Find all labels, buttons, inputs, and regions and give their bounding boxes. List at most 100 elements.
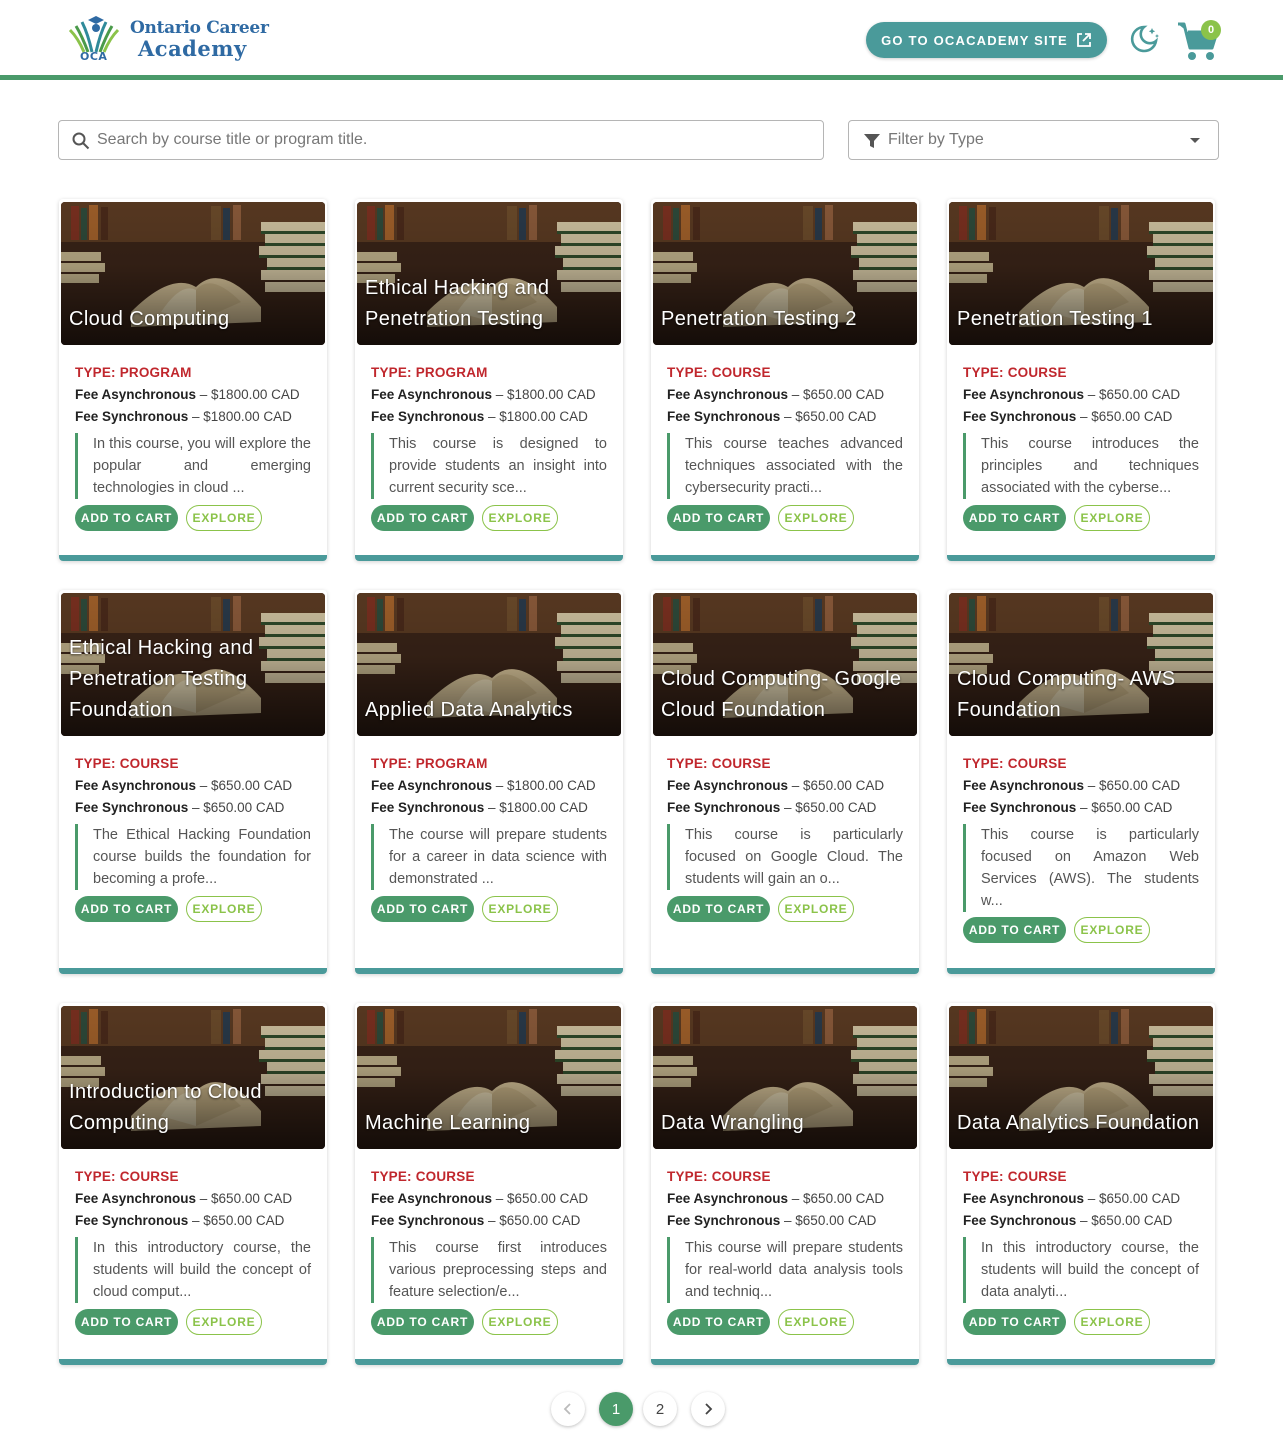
fee-asynchronous-value: – $650.00 CAD [788, 387, 885, 402]
fee-asynchronous-value: – $650.00 CAD [788, 1191, 885, 1206]
course-thumbnail[interactable]: Applied Data Analytics [357, 593, 621, 736]
search-icon [72, 132, 90, 150]
course-title: Penetration Testing 2 [661, 308, 857, 330]
fee-synchronous-value: – $650.00 CAD [484, 1213, 581, 1228]
course-thumbnail[interactable]: Data Wrangling [653, 1006, 917, 1149]
course-card: Data Analytics Foundation TYPE: COURSE Fee… [947, 1003, 1215, 1365]
course-description: The course will prepare students for a c… [371, 824, 607, 890]
course-title: Data Wrangling [661, 1112, 805, 1134]
fee-asynchronous-label: Fee Asynchronous [667, 778, 789, 793]
course-type: TYPE: COURSE [963, 756, 1067, 771]
explore-button[interactable]: EXPLORE [778, 505, 854, 531]
course-type: TYPE: COURSE [667, 1169, 771, 1184]
fee-synchronous: Fee Synchronous – $650.00 CAD [667, 800, 876, 815]
card-accent-bar [355, 1359, 623, 1365]
search-input[interactable] [97, 121, 817, 159]
card-accent-bar [355, 555, 623, 561]
add-to-cart-button[interactable]: ADD TO CART [963, 505, 1066, 531]
add-to-cart-button[interactable]: ADD TO CART [667, 505, 770, 531]
filter-by-type-select[interactable]: Filter by Type [848, 120, 1219, 160]
card-accent-bar [355, 968, 623, 974]
fee-synchronous: Fee Synchronous – $1800.00 CAD [371, 409, 588, 424]
pagination-prev-button[interactable] [551, 1392, 585, 1426]
dark-mode-moon-icon[interactable] [1127, 22, 1161, 56]
course-card: Cloud Computing- Google Cloud Foundation… [651, 590, 919, 974]
explore-button[interactable]: EXPLORE [482, 505, 558, 531]
course-card: Applied Data Analytics TYPE: PROGRAM Fee A… [355, 590, 623, 974]
course-thumbnail[interactable]: Cloud Computing [61, 202, 325, 345]
add-to-cart-button[interactable]: ADD TO CART [667, 1309, 770, 1335]
fee-synchronous: Fee Synchronous – $650.00 CAD [75, 800, 284, 815]
course-card: Ethical Hacking and Penetration Testing … [59, 590, 327, 974]
card-accent-bar [651, 968, 919, 974]
pagination-page-1[interactable]: 1 [599, 1392, 633, 1426]
course-thumbnail[interactable]: Data Analytics Foundation [949, 1006, 1213, 1149]
course-thumbnail[interactable]: Cloud Computing- Google Cloud Foundation [653, 593, 917, 736]
fee-asynchronous-value: – $650.00 CAD [1084, 778, 1181, 793]
chevron-left-icon [563, 1403, 571, 1415]
course-description: In this course, you will explore the pop… [75, 433, 311, 499]
course-thumbnail[interactable]: Ethical Hacking and Penetration Testing [357, 202, 621, 345]
course-thumbnail[interactable]: Penetration Testing 1 [949, 202, 1213, 345]
explore-button[interactable]: EXPLORE [482, 896, 558, 922]
course-thumbnail[interactable]: Penetration Testing 2 [653, 202, 917, 345]
add-to-cart-button[interactable]: ADD TO CART [75, 896, 178, 922]
chevron-down-icon [1190, 138, 1200, 143]
logo-abbr: OCA [80, 50, 108, 63]
fee-asynchronous: Fee Asynchronous – $650.00 CAD [963, 1191, 1180, 1206]
card-accent-bar [59, 968, 327, 974]
pagination-page-2[interactable]: 2 [643, 1392, 677, 1426]
add-to-cart-button[interactable]: ADD TO CART [963, 917, 1066, 943]
add-to-cart-button[interactable]: ADD TO CART [371, 896, 474, 922]
course-title: Penetration Testing 1 [957, 308, 1153, 330]
card-accent-bar [947, 968, 1215, 974]
explore-button[interactable]: EXPLORE [1074, 1309, 1150, 1335]
course-description: This course first introduces various pre… [371, 1237, 607, 1303]
add-to-cart-button[interactable]: ADD TO CART [75, 505, 178, 531]
fee-asynchronous: Fee Asynchronous – $650.00 CAD [963, 778, 1180, 793]
course-card: Machine Learning TYPE: COURSE Fee Asynchro… [355, 1003, 623, 1365]
logo-line1: Ontario Career [130, 18, 269, 38]
explore-button[interactable]: EXPLORE [186, 896, 262, 922]
fee-asynchronous-label: Fee Asynchronous [75, 778, 197, 793]
add-to-cart-button[interactable]: ADD TO CART [371, 1309, 474, 1335]
search-box[interactable] [58, 120, 824, 160]
fee-synchronous-label: Fee Synchronous [75, 800, 189, 815]
fee-synchronous: Fee Synchronous – $650.00 CAD [667, 1213, 876, 1228]
explore-button[interactable]: EXPLORE [186, 1309, 262, 1335]
fee-asynchronous: Fee Asynchronous – $1800.00 CAD [75, 387, 300, 402]
course-thumbnail[interactable]: Introduction to Cloud Computing [61, 1006, 325, 1149]
fee-synchronous-value: – $650.00 CAD [780, 409, 877, 424]
add-to-cart-button[interactable]: ADD TO CART [667, 896, 770, 922]
fee-synchronous-label: Fee Synchronous [75, 1213, 189, 1228]
course-title: Cloud Computing- AWS Foundation [957, 668, 1176, 721]
course-title: Ethical Hacking and Penetration Testing … [69, 637, 254, 721]
fee-asynchronous-label: Fee Asynchronous [963, 778, 1085, 793]
course-card: Penetration Testing 2 TYPE: COURSE Fee Asy… [651, 199, 919, 561]
logo[interactable]: Ontario Career Academy OCA [66, 12, 269, 66]
external-link-icon [1076, 33, 1091, 47]
course-thumbnail[interactable]: Machine Learning [357, 1006, 621, 1149]
course-thumbnail[interactable]: Ethical Hacking and Penetration Testing … [61, 593, 325, 736]
fee-synchronous-value: – $1800.00 CAD [484, 800, 588, 815]
explore-button[interactable]: EXPLORE [778, 1309, 854, 1335]
pagination-next-button[interactable] [691, 1392, 725, 1426]
add-to-cart-button[interactable]: ADD TO CART [963, 1309, 1066, 1335]
add-to-cart-button[interactable]: ADD TO CART [371, 505, 474, 531]
explore-button[interactable]: EXPLORE [482, 1309, 558, 1335]
course-type: TYPE: COURSE [963, 365, 1067, 380]
go-to-site-button[interactable]: GO TO OCACADEMY SITE [866, 22, 1107, 58]
fee-asynchronous-label: Fee Asynchronous [371, 1191, 493, 1206]
fee-synchronous-label: Fee Synchronous [371, 1213, 485, 1228]
course-description: In this introductory course, the student… [75, 1237, 311, 1303]
add-to-cart-button[interactable]: ADD TO CART [75, 1309, 178, 1335]
explore-button[interactable]: EXPLORE [186, 505, 262, 531]
explore-button[interactable]: EXPLORE [1074, 505, 1150, 531]
explore-button[interactable]: EXPLORE [778, 896, 854, 922]
explore-button[interactable]: EXPLORE [1074, 917, 1150, 943]
logo-line2: Academy [138, 36, 247, 61]
fee-asynchronous-value: – $1800.00 CAD [492, 778, 596, 793]
course-title: Applied Data Analytics [365, 699, 573, 721]
course-thumbnail[interactable]: Cloud Computing- AWS Foundation [949, 593, 1213, 736]
course-card: Ethical Hacking and Penetration Testing T… [355, 199, 623, 561]
